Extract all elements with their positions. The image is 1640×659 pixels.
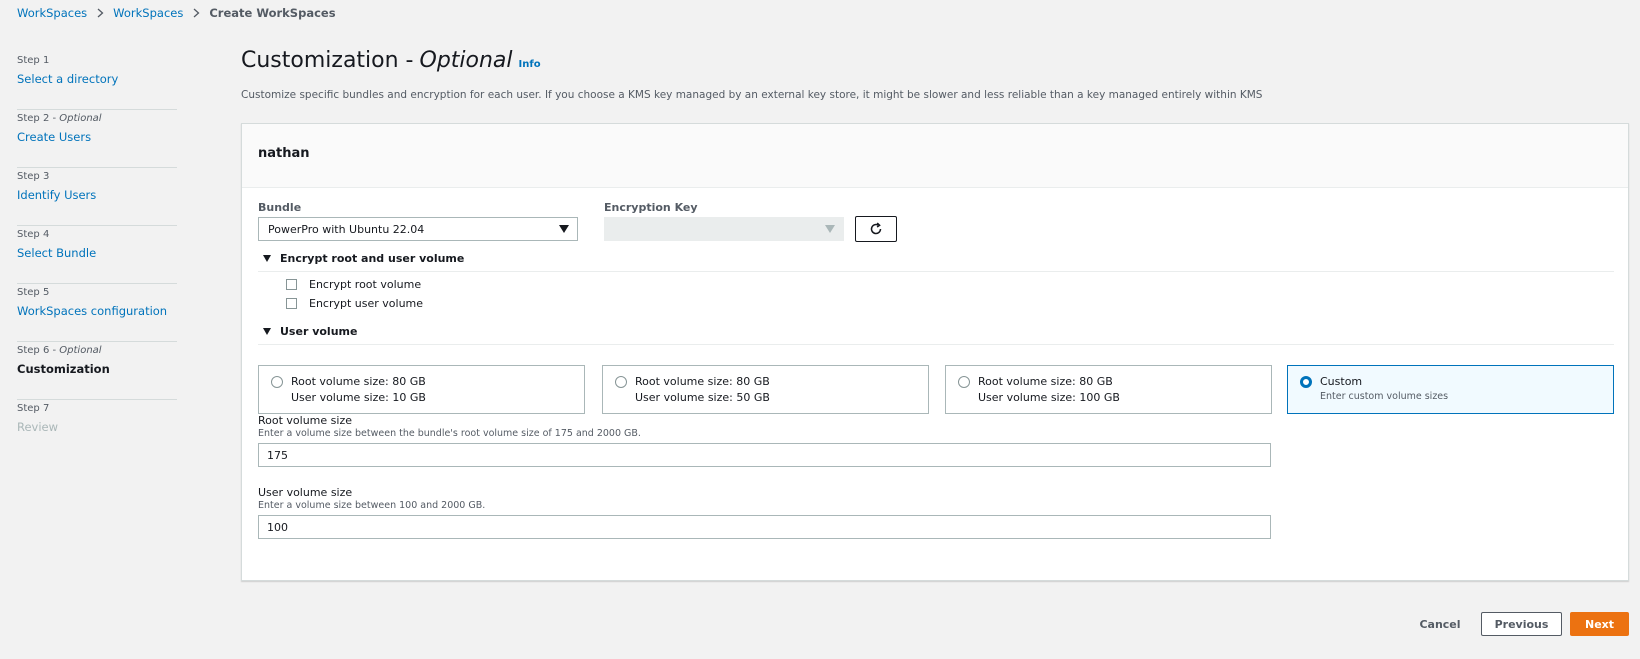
encryption-key-label: Encryption Key [604,201,698,214]
step-number: Step 3 [17,171,50,182]
bundle-select[interactable]: PowerPro with Ubuntu 22.04 [258,217,578,241]
step-link-select-directory[interactable]: Select a directory [17,70,177,88]
step-number: Step 1 [17,55,50,66]
caret-down-icon [559,225,569,233]
panel-user-name: nathan [242,124,1628,188]
breadcrumb-link-workspaces-list[interactable]: WorkSpaces [113,6,183,20]
refresh-button[interactable] [855,216,897,242]
step-number: Step 5 [17,287,50,298]
breadcrumb-link-workspaces[interactable]: WorkSpaces [17,6,87,20]
step-4: Step 4 Select Bundle [17,226,177,284]
root-volume-size-hint: Enter a volume size between the bundle's… [258,428,641,439]
encrypt-section-toggle[interactable]: Encrypt root and user volume [258,246,1614,272]
triangle-down-icon [263,255,271,262]
page-description: Customize specific bundles and encryptio… [241,89,1263,101]
volume-radio-selected[interactable] [1300,376,1312,388]
volume-radio[interactable] [615,376,627,388]
volume-option-user: User volume size: 100 GB [978,391,1120,404]
volume-option-custom-desc: Enter custom volume sizes [1320,391,1449,402]
breadcrumb: WorkSpaces WorkSpaces Create WorkSpaces [17,6,336,20]
step-link-identify-users[interactable]: Identify Users [17,186,177,204]
encryption-key-select [604,217,844,241]
caret-down-icon [825,225,835,233]
root-volume-size-label: Root volume size [258,414,352,427]
chevron-right-icon [87,8,113,18]
step-link-select-bundle[interactable]: Select Bundle [17,244,177,262]
page-title-text: Customization - [241,48,414,73]
bundle-label: Bundle [258,201,302,214]
user-customization-panel: nathan Bundle PowerPro with Ubuntu 22.04… [241,123,1629,581]
step-7: Step 7 Review [17,400,177,458]
bundle-select-value: PowerPro with Ubuntu 22.04 [268,223,425,236]
encrypt-root-checkbox[interactable] [286,279,297,290]
volume-option-user: User volume size: 10 GB [291,391,426,404]
volume-option-1[interactable]: Root volume size: 80 GB User volume size… [258,365,585,414]
cancel-button[interactable]: Cancel [1416,612,1464,636]
step-number: Step 2 - [17,113,60,124]
user-volume-section-toggle[interactable]: User volume [258,319,1614,345]
user-volume-section-title: User volume [280,325,358,338]
volume-option-2[interactable]: Root volume size: 80 GB User volume size… [602,365,929,414]
page-title-optional: Optional [419,48,513,73]
volume-option-custom[interactable]: Custom Enter custom volume sizes [1287,365,1614,414]
volume-option-root: Root volume size: 80 GB [635,375,770,388]
triangle-down-icon [263,328,271,335]
encrypt-user-row: Encrypt user volume [286,297,423,310]
step-current-customization: Customization [17,362,110,376]
user-volume-size-hint: Enter a volume size between 100 and 2000… [258,500,486,511]
encrypt-user-checkbox[interactable] [286,298,297,309]
volume-option-user: User volume size: 50 GB [635,391,770,404]
step-optional-tag: Optional [59,113,102,124]
step-2: Step 2 - Optional Create Users [17,110,177,168]
volume-option-root: Root volume size: 80 GB [291,375,426,388]
user-volume-size-input[interactable]: 100 [258,515,1271,539]
encrypt-root-row: Encrypt root volume [286,278,421,291]
volume-radio[interactable] [958,376,970,388]
volume-option-root: Root volume size: 80 GB [978,375,1113,388]
step-number: Step 6 - [17,345,60,356]
step-link-workspaces-configuration[interactable]: WorkSpaces configuration [17,302,177,320]
next-button[interactable]: Next [1570,612,1629,636]
page-title: Customization - Optional Info [241,48,541,73]
breadcrumb-current: Create WorkSpaces [209,6,336,20]
refresh-icon [870,222,882,235]
wizard-steps-nav: Step 1 Select a directory Step 2 - Optio… [17,52,177,458]
volume-option-3[interactable]: Root volume size: 80 GB User volume size… [945,365,1272,414]
volume-option-custom-title: Custom [1320,375,1363,388]
step-link-create-users[interactable]: Create Users [17,128,177,146]
previous-button[interactable]: Previous [1481,612,1562,636]
user-volume-size-label: User volume size [258,486,353,499]
step-optional-tag: Optional [59,345,102,356]
chevron-right-icon [183,8,209,18]
step-6: Step 6 - Optional Customization [17,342,177,400]
step-review-disabled: Review [17,420,59,434]
encrypt-section-title: Encrypt root and user volume [280,252,465,265]
step-5: Step 5 WorkSpaces configuration [17,284,177,342]
step-1: Step 1 Select a directory [17,52,177,110]
step-3: Step 3 Identify Users [17,168,177,226]
info-link[interactable]: Info [519,59,541,70]
step-number: Step 7 [17,403,50,414]
step-number: Step 4 [17,229,50,240]
root-volume-size-input[interactable]: 175 [258,443,1271,467]
encrypt-user-label: Encrypt user volume [309,297,424,310]
volume-radio[interactable] [271,376,283,388]
encrypt-root-label: Encrypt root volume [309,278,422,291]
